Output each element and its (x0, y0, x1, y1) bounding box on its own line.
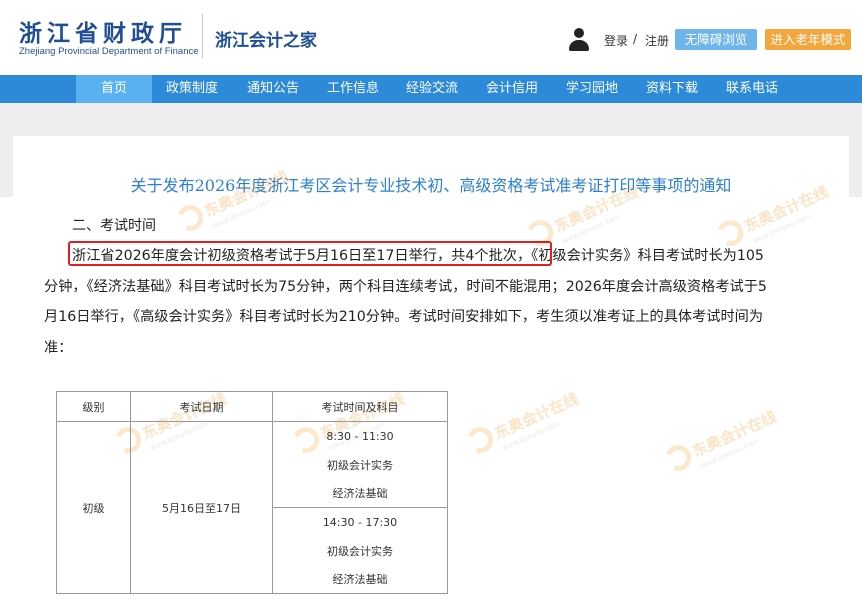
session-time: 14:30 - 17:30 (272, 507, 448, 537)
user-icon[interactable] (568, 28, 590, 52)
logo-title[interactable]: 浙江省财政厅 (19, 14, 187, 48)
section-heading: 二、考试时间 (72, 218, 156, 234)
session-subject: 经济法基础 (272, 478, 448, 509)
site-header: 浙江省财政厅 Zhejiang Provincial Department of… (0, 0, 862, 75)
article-title: 关于发布2026年度浙江考区会计专业技术初、高级资格考试准考证打印等事项的通知 (130, 176, 732, 195)
nav-item-work-info[interactable]: 工作信息 (315, 75, 391, 103)
table-cell-date: 5月16日至17日 (130, 421, 273, 594)
elder-mode-button[interactable]: 进入老年模式 (765, 29, 851, 50)
nav-item-downloads[interactable]: 资料下载 (634, 75, 710, 103)
login-link[interactable]: 登录 (604, 32, 628, 49)
nav-item-credit[interactable]: 会计信用 (474, 75, 550, 103)
main-nav: 首页 政策制度 通知公告 工作信息 经验交流 会计信用 学习园地 资料下载 联系… (0, 75, 862, 103)
nav-item-policy[interactable]: 政策制度 (154, 75, 230, 103)
logo-subtitle: Zhejiang Provincial Department of Financ… (19, 46, 199, 57)
session-subject: 初级会计实务 (272, 536, 448, 565)
table-header-level: 级别 (56, 390, 131, 423)
session-subject: 经济法基础 (272, 564, 448, 594)
exam-schedule-table: 级别 考试日期 考试时间及科目 初级 5月16日至17日 8:30 - 11:3… (56, 390, 448, 594)
table-row: 初级 5月16日至17日 8:30 - 11:30 (56, 421, 448, 594)
paragraph-line: 月16日举行，《高级会计实务》科目考试时长为210分钟。考试时间安排如下，考生须… (44, 309, 764, 325)
watermark-icon (463, 422, 498, 458)
nav-item-experience[interactable]: 经验交流 (394, 75, 470, 103)
session-time: 8:30 - 11:30 (272, 421, 448, 451)
nav-item-home[interactable]: 首页 (76, 75, 152, 103)
watermark-icon (661, 440, 696, 476)
paragraph-line: 分钟，《经济法基础》科目考试时长为75分钟，两个科目连续考试，时间不能混用；20… (44, 279, 767, 295)
highlight-annotation (68, 241, 552, 266)
paragraph-line: 准： (44, 340, 73, 356)
nav-item-contact[interactable]: 联系电话 (714, 75, 790, 103)
login-register-separator: / (633, 32, 638, 46)
nav-item-learning[interactable]: 学习园地 (554, 75, 630, 103)
table-cell-level: 初级 (56, 421, 131, 594)
nav-item-notices[interactable]: 通知公告 (235, 75, 311, 103)
watermark-icon (173, 200, 208, 236)
accessible-browse-button[interactable]: 无障碍浏览 (675, 29, 757, 50)
table-header-date: 考试日期 (130, 390, 273, 423)
session-subject: 初级会计实务 (272, 450, 448, 479)
table-header-row: 级别 考试日期 考试时间及科目 (56, 390, 448, 423)
watermark-logo: 东奥会计在线 www.dongao.com (463, 385, 586, 464)
logo-divider (202, 14, 203, 58)
watermark-logo: 东奥会计在线 www.dongao.com (661, 403, 784, 482)
table-header-time-subject: 考试时间及科目 (272, 390, 448, 423)
site-name[interactable]: 浙江会计之家 (215, 26, 317, 51)
register-link[interactable]: 注册 (645, 32, 669, 49)
